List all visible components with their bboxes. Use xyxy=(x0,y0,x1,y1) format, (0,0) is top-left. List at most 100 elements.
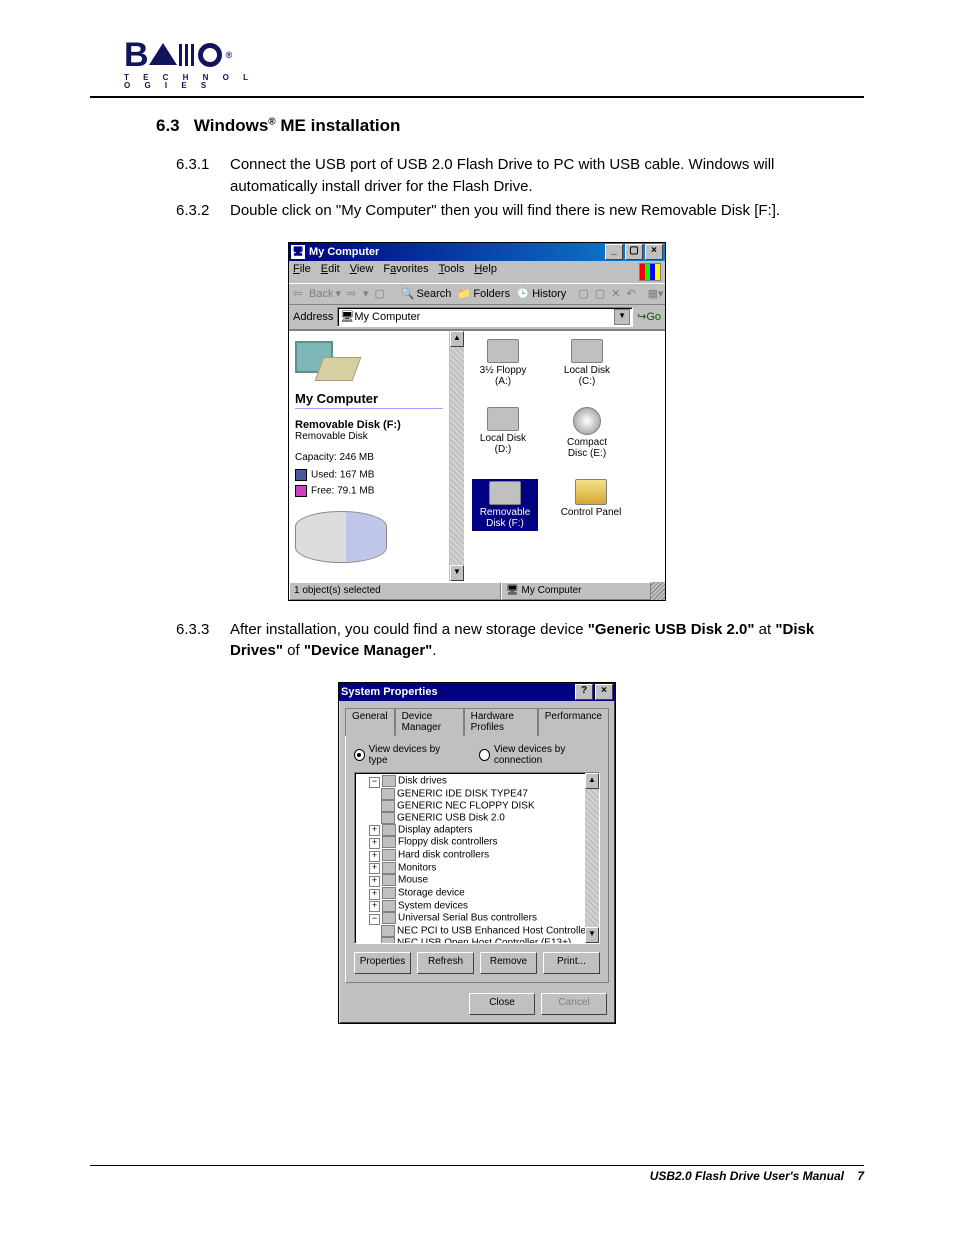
statusbar: 1 object(s) selected 🖥 My Computer xyxy=(289,581,665,600)
footer-title: USB2.0 Flash Drive User's Manual xyxy=(650,1169,844,1183)
history-button[interactable]: History xyxy=(516,287,566,301)
address-label: Address xyxy=(293,311,333,323)
menu-file[interactable]: File xyxy=(293,263,311,281)
tree-scrollbar[interactable]: ▲ ▼ xyxy=(585,773,599,943)
window-title: My Computer xyxy=(309,246,379,258)
chevron-down-icon[interactable]: ▼ xyxy=(614,309,630,325)
tree-node-usb-controllers[interactable]: −Universal Serial Bus controllers xyxy=(359,912,581,925)
scroll-down-icon[interactable]: ▼ xyxy=(450,565,464,581)
address-combo[interactable]: 🖥 My Computer ▼ xyxy=(337,307,633,327)
close-button[interactable]: × xyxy=(645,244,663,260)
section-title-post: ME installation xyxy=(276,116,401,135)
titlebar[interactable]: System Properties ? × xyxy=(339,683,615,701)
menu-tools[interactable]: Tools xyxy=(439,263,465,281)
forward-icon xyxy=(347,287,361,301)
undo-button[interactable]: ↶ xyxy=(626,287,635,300)
hdd-icon xyxy=(487,407,519,431)
maximize-button[interactable]: ▢ xyxy=(625,244,643,260)
minimize-button[interactable]: _ xyxy=(605,244,623,260)
drive-removable-f[interactable]: Removable Disk (F:) xyxy=(472,479,538,531)
remove-button[interactable]: Remove xyxy=(480,952,537,974)
usb-icon xyxy=(381,937,395,943)
monitor-icon xyxy=(382,824,396,836)
tab-panel: View devices by type View devices by con… xyxy=(345,735,609,983)
tree-node-system-devices[interactable]: +System devices xyxy=(359,900,581,913)
up-button[interactable] xyxy=(375,287,389,301)
section-heading: 6.3 Windows® ME installation xyxy=(156,116,864,136)
my-computer-icon: 🖥 xyxy=(340,310,354,323)
close-button[interactable]: × xyxy=(595,684,613,700)
info-pane: My Computer Removable Disk (F:) Removabl… xyxy=(289,331,450,581)
tree-node[interactable]: GENERIC USB Disk 2.0 xyxy=(359,812,581,824)
scroll-up-icon[interactable]: ▲ xyxy=(585,773,599,789)
window-title: System Properties xyxy=(341,686,438,698)
selected-item-title: Removable Disk (F:) xyxy=(295,419,443,431)
menu-help[interactable]: Help xyxy=(474,263,497,281)
control-panel-icon xyxy=(575,479,607,505)
menu-edit[interactable]: Edit xyxy=(321,263,340,281)
drive-local-d[interactable]: Local Disk (D:) xyxy=(472,407,534,459)
section-number: 6.3 xyxy=(156,116,180,135)
properties-button[interactable]: Properties xyxy=(354,952,411,974)
print-button[interactable]: Print... xyxy=(543,952,600,974)
tab-performance[interactable]: Performance xyxy=(538,708,609,736)
address-value: My Computer xyxy=(354,311,420,323)
tree-node-mouse[interactable]: +Mouse xyxy=(359,874,581,887)
tree-node-monitors[interactable]: +Monitors xyxy=(359,862,581,875)
drive-floppy-a[interactable]: 3½ Floppy (A:) xyxy=(472,339,534,387)
back-button[interactable]: Back ▾ xyxy=(293,287,341,301)
search-button[interactable]: Search xyxy=(401,287,452,301)
tree-node-storage[interactable]: +Storage device xyxy=(359,887,581,900)
forward-button[interactable]: ▾ xyxy=(347,287,369,301)
move-to-button[interactable]: ▢ xyxy=(578,287,588,300)
tree-node-display-adapters[interactable]: +Display adapters xyxy=(359,824,581,837)
mouse-icon xyxy=(382,874,396,886)
step-number: 6.3.2 xyxy=(176,200,230,222)
delete-button[interactable]: ✕ xyxy=(611,287,620,300)
step-631: 6.3.1 Connect the USB port of USB 2.0 Fl… xyxy=(176,154,864,198)
control-panel[interactable]: Control Panel xyxy=(560,479,622,531)
tree-node[interactable]: NEC USB Open Host Controller (E13+) xyxy=(359,937,581,943)
scroll-up-icon[interactable]: ▲ xyxy=(450,331,464,347)
section-title-pre: Windows xyxy=(194,116,268,135)
disk-icon xyxy=(382,775,396,787)
tab-hardware-profiles[interactable]: Hardware Profiles xyxy=(464,708,538,736)
tree-node[interactable]: GENERIC NEC FLOPPY DISK xyxy=(359,800,581,812)
help-button[interactable]: ? xyxy=(575,684,593,700)
disk-icon xyxy=(381,788,395,800)
section-title-sup: ® xyxy=(268,116,275,127)
removable-icon xyxy=(489,481,521,505)
menu-favorites[interactable]: Favorites xyxy=(383,263,428,281)
tree-node-hdd-controllers[interactable]: +Hard disk controllers xyxy=(359,849,581,862)
cancel-button[interactable]: Cancel xyxy=(541,993,607,1015)
views-button[interactable]: ▦▾ xyxy=(648,287,664,300)
step-633: 6.3.3 After installation, you could find… xyxy=(176,619,864,663)
copy-to-button[interactable]: ▢ xyxy=(595,287,605,300)
left-scrollbar[interactable]: ▲ ▼ xyxy=(450,331,464,581)
tree-node-floppy-controllers[interactable]: +Floppy disk controllers xyxy=(359,836,581,849)
radio-view-by-connection[interactable]: View devices by connection xyxy=(479,744,600,766)
scroll-down-icon[interactable]: ▼ xyxy=(585,927,599,943)
menu-view[interactable]: View xyxy=(350,263,374,281)
status-left: 1 object(s) selected xyxy=(289,582,501,600)
tab-general[interactable]: General xyxy=(345,708,395,736)
folders-button[interactable]: Folders xyxy=(457,287,510,301)
header-rule xyxy=(90,96,864,98)
drive-compactdisc-e[interactable]: Compact Disc (E:) xyxy=(556,407,618,459)
drive-list: 3½ Floppy (A:) Local Disk (C:) Local Dis… xyxy=(464,331,665,581)
my-computer-window: 🖥 My Computer _ ▢ × File Edit View Favor… xyxy=(288,242,666,601)
tree-node[interactable]: GENERIC IDE DISK TYPE47 xyxy=(359,788,581,800)
close-button[interactable]: Close xyxy=(469,993,535,1015)
go-button[interactable]: ↪Go xyxy=(637,310,661,323)
tab-device-manager[interactable]: Device Manager xyxy=(395,708,464,736)
radio-view-by-type[interactable]: View devices by type xyxy=(354,744,449,766)
refresh-button[interactable]: Refresh xyxy=(417,952,474,974)
tree-node-disk-drives[interactable]: −Disk drives xyxy=(359,775,581,788)
drive-local-c[interactable]: Local Disk (C:) xyxy=(556,339,618,387)
titlebar[interactable]: 🖥 My Computer _ ▢ × xyxy=(289,243,665,261)
device-tree[interactable]: −Disk drives GENERIC IDE DISK TYPE47 GEN… xyxy=(354,772,600,944)
logo-subtitle: T E C H N O L O G I E S xyxy=(124,74,264,90)
disk-icon xyxy=(381,812,395,824)
tree-node[interactable]: NEC PCI to USB Enhanced Host Controller xyxy=(359,925,581,937)
resize-grip-icon[interactable] xyxy=(651,582,665,600)
